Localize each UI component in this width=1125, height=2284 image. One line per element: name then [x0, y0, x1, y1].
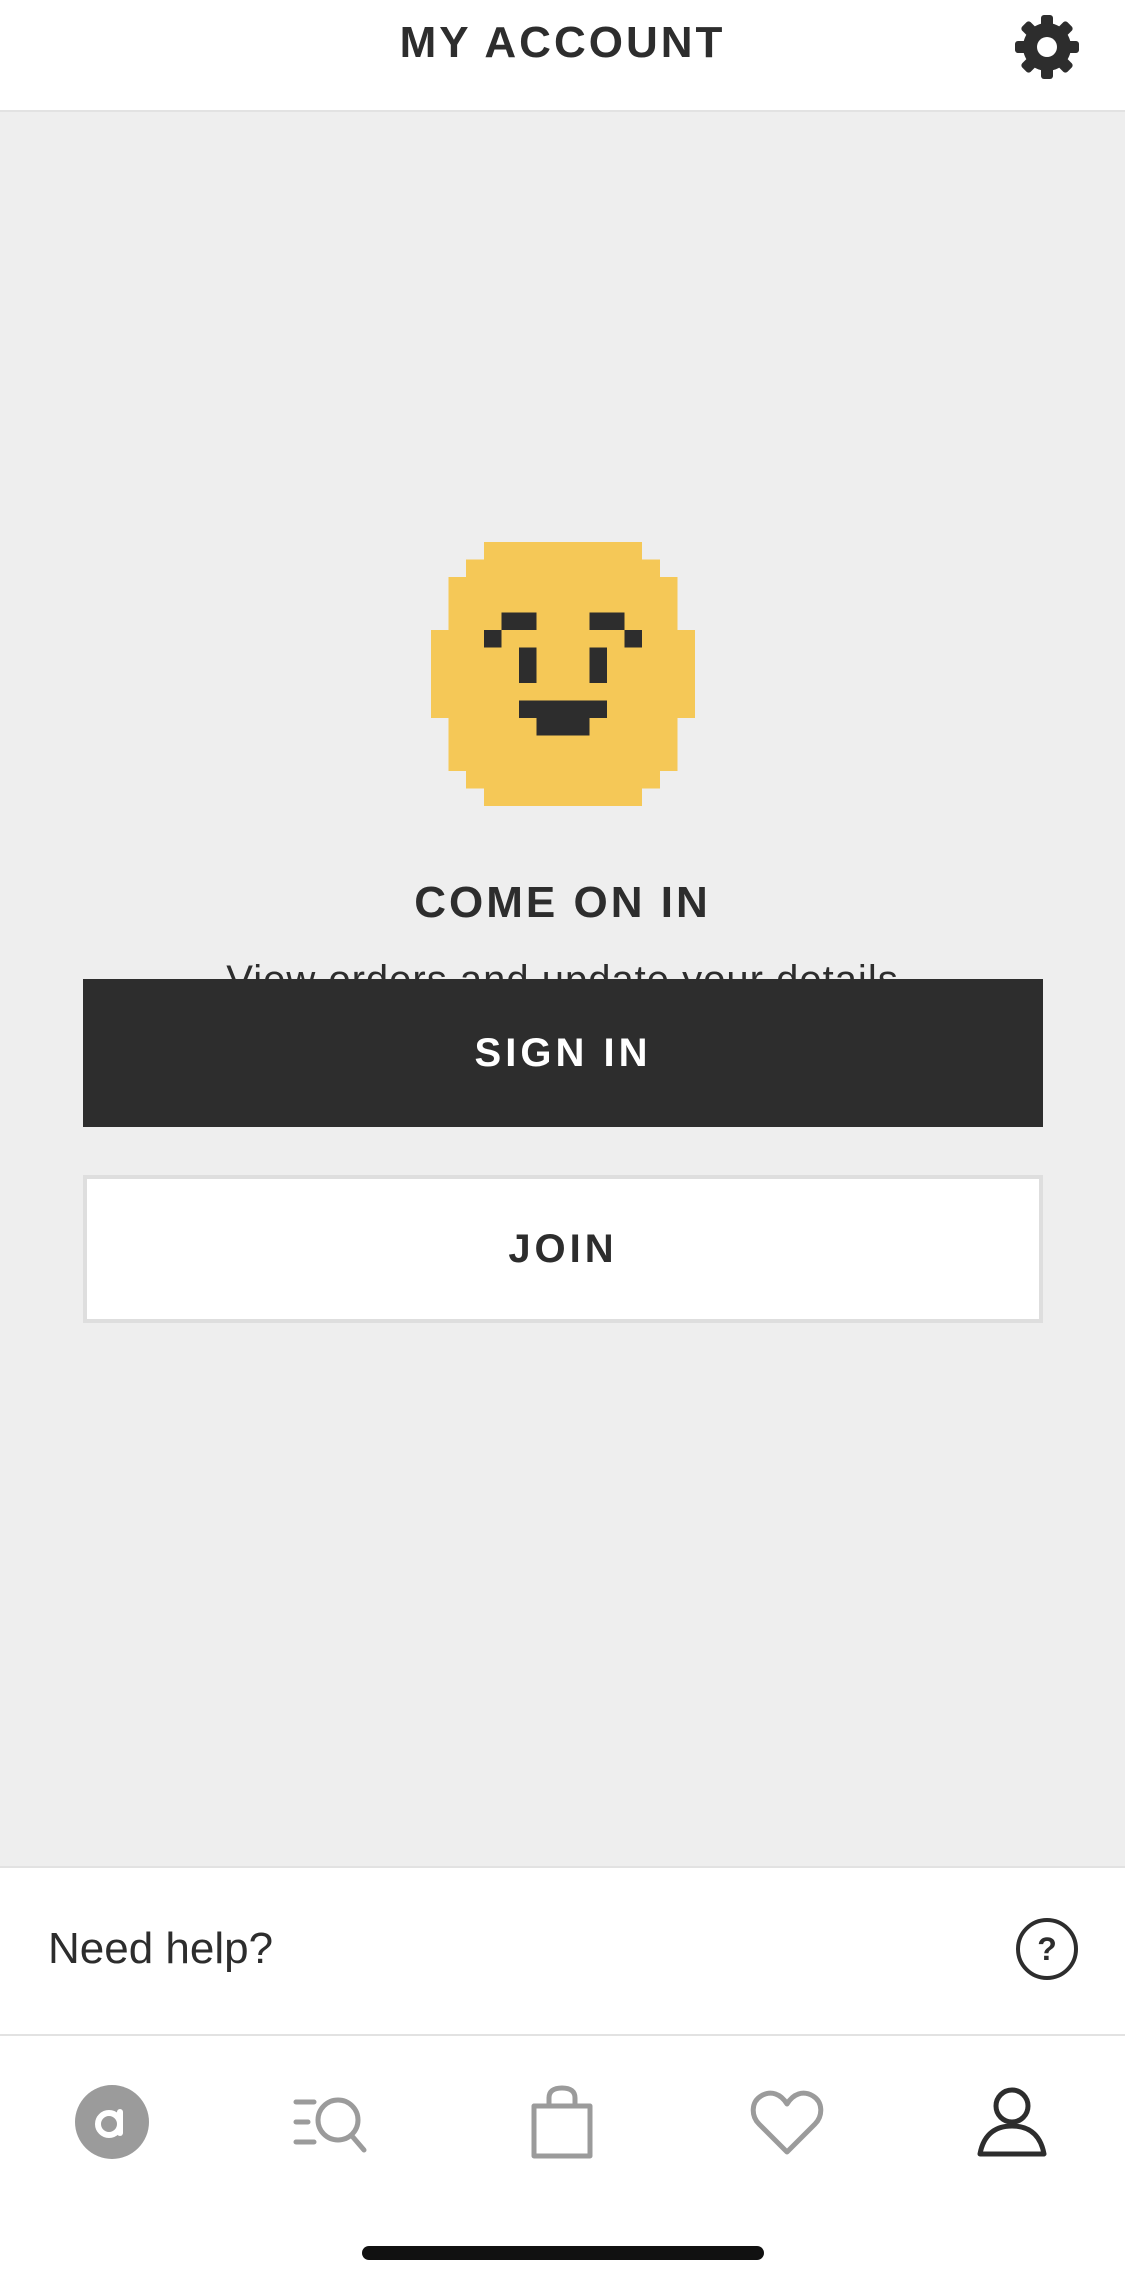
user-icon — [977, 2087, 1047, 2157]
join-button[interactable]: JOIN — [83, 1175, 1043, 1323]
question-circle-icon: ? — [1016, 1918, 1078, 1980]
tab-saved[interactable] — [745, 2080, 829, 2164]
tab-bag[interactable] — [520, 2080, 604, 2164]
gear-icon — [1015, 15, 1079, 79]
need-help-label: Need help? — [48, 1924, 274, 1973]
top-bar: MY ACCOUNT — [0, 0, 1125, 112]
smiley-illustration — [431, 542, 695, 806]
sign-in-button[interactable]: SIGN IN — [83, 979, 1043, 1127]
search-icon — [293, 2097, 367, 2153]
tab-home[interactable] — [70, 2080, 154, 2164]
settings-button[interactable] — [1012, 12, 1082, 82]
svg-text:?: ? — [1037, 1931, 1057, 1967]
heart-icon — [750, 2090, 824, 2155]
tab-search[interactable] — [292, 2080, 376, 2164]
shopping-bag-icon — [531, 2085, 593, 2159]
page-title: MY ACCOUNT — [399, 18, 726, 67]
welcome-heading: COME ON IN — [414, 878, 711, 927]
home-indicator — [362, 2246, 764, 2260]
need-help-row[interactable]: Need help? ? — [0, 1866, 1125, 2036]
brand-logo-icon — [75, 2085, 149, 2159]
tab-account[interactable] — [970, 2080, 1054, 2164]
